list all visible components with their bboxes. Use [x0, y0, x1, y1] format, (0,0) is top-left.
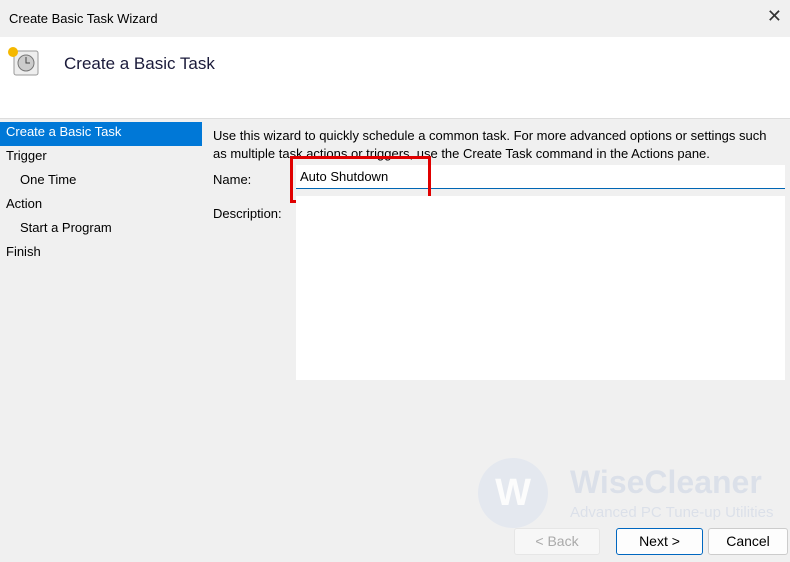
step-create-basic-task: Create a Basic Task — [0, 122, 202, 146]
description-label: Description: — [213, 206, 282, 221]
step-trigger: Trigger — [6, 148, 47, 163]
step-one-time: One Time — [20, 172, 77, 187]
watermark-tagline: Advanced PC Tune-up Utilities — [570, 504, 774, 521]
description-input[interactable] — [296, 196, 785, 380]
cancel-button[interactable]: Cancel — [708, 528, 788, 555]
window-title: Create Basic Task Wizard — [9, 11, 158, 26]
watermark-brand: WiseCleaner — [570, 464, 762, 500]
task-scheduler-icon — [8, 47, 39, 76]
title-bar: Create Basic Task Wizard ✕ — [0, 0, 790, 37]
wizard-header: Create a Basic Task — [0, 37, 790, 119]
next-button[interactable]: Next > — [616, 528, 703, 555]
step-finish: Finish — [6, 244, 41, 259]
wisecleaner-logo-icon: W — [478, 458, 548, 528]
back-button[interactable]: < Back — [514, 528, 600, 555]
step-action: Action — [6, 196, 43, 211]
wizard-steps: Create a Basic Task Trigger One Time Act… — [0, 122, 203, 266]
page-title: Create a Basic Task — [64, 54, 215, 73]
name-label: Name: — [213, 172, 252, 187]
close-icon[interactable]: ✕ — [767, 6, 782, 27]
step-start-program: Start a Program — [20, 220, 112, 235]
